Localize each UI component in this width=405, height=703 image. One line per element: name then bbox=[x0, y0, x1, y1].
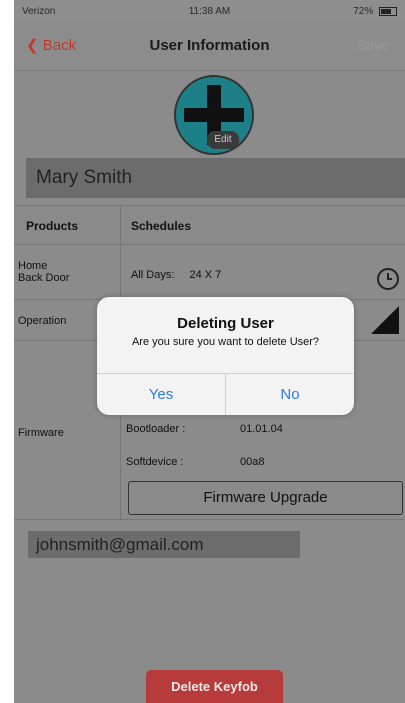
bootloader-value: 01.01.04 bbox=[240, 423, 283, 435]
nav-bar: ❮ Back User Information Save bbox=[14, 22, 405, 71]
email-field[interactable]: johnsmith@gmail.com bbox=[28, 531, 300, 558]
battery-icon bbox=[379, 6, 397, 16]
battery-percent: 72% bbox=[353, 6, 374, 17]
section-divider bbox=[14, 519, 405, 520]
schedule-all-days[interactable]: All Days: 24 X 7 bbox=[120, 246, 405, 300]
save-button[interactable]: Save bbox=[357, 37, 389, 53]
firmware-label: Firmware bbox=[18, 427, 64, 439]
battery-indicator: 72% bbox=[353, 6, 397, 17]
all-days-value: 24 X 7 bbox=[189, 269, 222, 281]
dialog-title: Deleting User bbox=[177, 315, 274, 332]
delete-user-dialog: Deleting User Are you sure you want to d… bbox=[97, 297, 354, 415]
firmware-upgrade-button[interactable]: Firmware Upgrade bbox=[128, 481, 403, 515]
delete-keyfob-button[interactable]: Delete Keyfob bbox=[146, 670, 283, 703]
product-name: Home Back Door bbox=[18, 260, 70, 284]
edit-avatar-button[interactable]: Edit bbox=[207, 131, 239, 149]
phone-screen: Verizon 11:38 AM 72% ❮ Back User Informa… bbox=[14, 0, 405, 703]
plus-icon-bar bbox=[184, 108, 244, 122]
all-days-label: All Days: bbox=[131, 269, 175, 281]
softdevice-value: 00a8 bbox=[240, 456, 265, 468]
user-name-field[interactable]: Mary Smith bbox=[26, 158, 405, 198]
softdevice-label: Softdevice : bbox=[126, 456, 184, 468]
status-bar: Verizon 11:38 AM 72% bbox=[14, 0, 405, 22]
product-home-back-door[interactable]: Home Back Door bbox=[14, 246, 120, 300]
dialog-yes-button[interactable]: Yes bbox=[97, 374, 225, 415]
schedules-header: Schedules bbox=[120, 205, 405, 245]
clock-icon[interactable] bbox=[377, 268, 399, 290]
dropdown-corner-icon[interactable] bbox=[371, 306, 399, 334]
bootloader-label: Bootloader : bbox=[126, 423, 186, 435]
page-title: User Information bbox=[149, 37, 270, 54]
dialog-no-button[interactable]: No bbox=[226, 374, 354, 415]
products-header: Products bbox=[14, 205, 120, 245]
status-time: 11:38 AM bbox=[188, 6, 231, 17]
dialog-message: Are you sure you want to delete User? bbox=[131, 336, 320, 348]
